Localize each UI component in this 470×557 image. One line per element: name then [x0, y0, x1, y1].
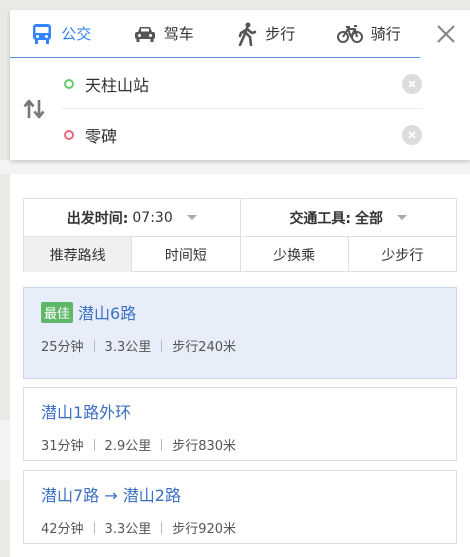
route-option[interactable]: 最佳 潜山6路 25分钟 3.3公里 步行240米: [23, 287, 457, 379]
route-option[interactable]: 潜山7路 → 潜山2路 42分钟 3.3公里 步行920米: [23, 470, 457, 544]
depart-time-select[interactable]: 出发时间: 07:30: [24, 199, 240, 236]
tab-walk[interactable]: 步行: [215, 10, 318, 57]
tab-less-walking[interactable]: 少步行: [347, 237, 456, 272]
swap-endpoints-button[interactable]: [22, 98, 46, 120]
route-search-panel: 公交 驾车 步行 骑行 天柱山站 零碑: [10, 10, 470, 160]
close-icon: [432, 25, 460, 52]
route-distance: 2.9公里: [104, 439, 152, 454]
clear-icon: [408, 131, 416, 139]
tab-walk-label: 步行: [265, 25, 296, 43]
route-distance: 3.3公里: [104, 522, 152, 537]
clear-end-button[interactable]: [402, 125, 422, 145]
tab-bus-label: 公交: [61, 25, 92, 43]
route-option[interactable]: 潜山1路外环 31分钟 2.9公里 步行830米: [23, 387, 457, 461]
depart-time-value: 07:30: [132, 209, 173, 226]
bus-icon: [31, 23, 53, 45]
divider: [93, 521, 95, 534]
tab-shortest-time[interactable]: 时间短: [131, 237, 239, 272]
route-filters: 出发时间: 07:30 交通工具: 全部 推荐路线 时间短 少换乘 少步行: [23, 198, 457, 272]
end-dot-icon: [64, 130, 74, 140]
divider: [161, 438, 163, 451]
route-duration: 31分钟: [41, 439, 84, 454]
swap-arrows-icon: [22, 99, 46, 124]
chevron-down-icon: [186, 215, 197, 220]
route-walk: 步行240米: [172, 340, 237, 355]
start-dot-icon: [64, 78, 74, 89]
route-walk: 步行830米: [172, 439, 237, 454]
end-field: [62, 110, 422, 160]
divider: [93, 438, 95, 451]
tab-bike[interactable]: 骑行: [318, 10, 421, 57]
route-duration: 42分钟: [41, 522, 84, 537]
clear-start-button[interactable]: [402, 74, 422, 94]
transport-tool-label: 交通工具:: [289, 210, 352, 227]
start-input[interactable]: [85, 74, 375, 93]
tab-recommended[interactable]: 推荐路线: [24, 237, 132, 272]
bicycle-icon: [336, 24, 363, 44]
start-field: [62, 59, 422, 109]
clear-icon: [408, 80, 416, 88]
best-badge: 最佳: [41, 301, 74, 323]
transport-tool-value: 全部: [355, 210, 384, 227]
route-name: 潜山7路 → 潜山2路: [41, 486, 181, 505]
transport-tool-select[interactable]: 交通工具: 全部: [239, 199, 457, 236]
travel-mode-tabs: 公交 驾车 步行 骑行: [10, 10, 420, 58]
car-icon: [134, 24, 156, 44]
route-walk: 步行920米: [172, 522, 237, 537]
chevron-down-icon: [397, 215, 408, 220]
tab-bus[interactable]: 公交: [10, 10, 113, 57]
route-name: 潜山1路外环: [41, 403, 132, 422]
tab-fewer-transfers[interactable]: 少换乘: [239, 237, 348, 272]
tab-drive[interactable]: 驾车: [113, 10, 216, 57]
route-duration: 25分钟: [41, 340, 84, 355]
depart-time-label: 出发时间:: [66, 210, 129, 227]
divider: [93, 339, 95, 352]
route-distance: 3.3公里: [104, 340, 152, 355]
divider: [161, 521, 163, 534]
tab-bike-label: 骑行: [370, 25, 401, 43]
end-input[interactable]: [85, 125, 375, 145]
route-results-panel: 出发时间: 07:30 交通工具: 全部 推荐路线 时间短 少换乘 少步行 最佳…: [10, 174, 470, 557]
close-button[interactable]: [432, 20, 460, 48]
divider: [161, 339, 163, 352]
route-name: 潜山6路: [78, 304, 137, 323]
tab-drive-label: 驾车: [163, 25, 194, 43]
walk-icon: [237, 22, 257, 46]
